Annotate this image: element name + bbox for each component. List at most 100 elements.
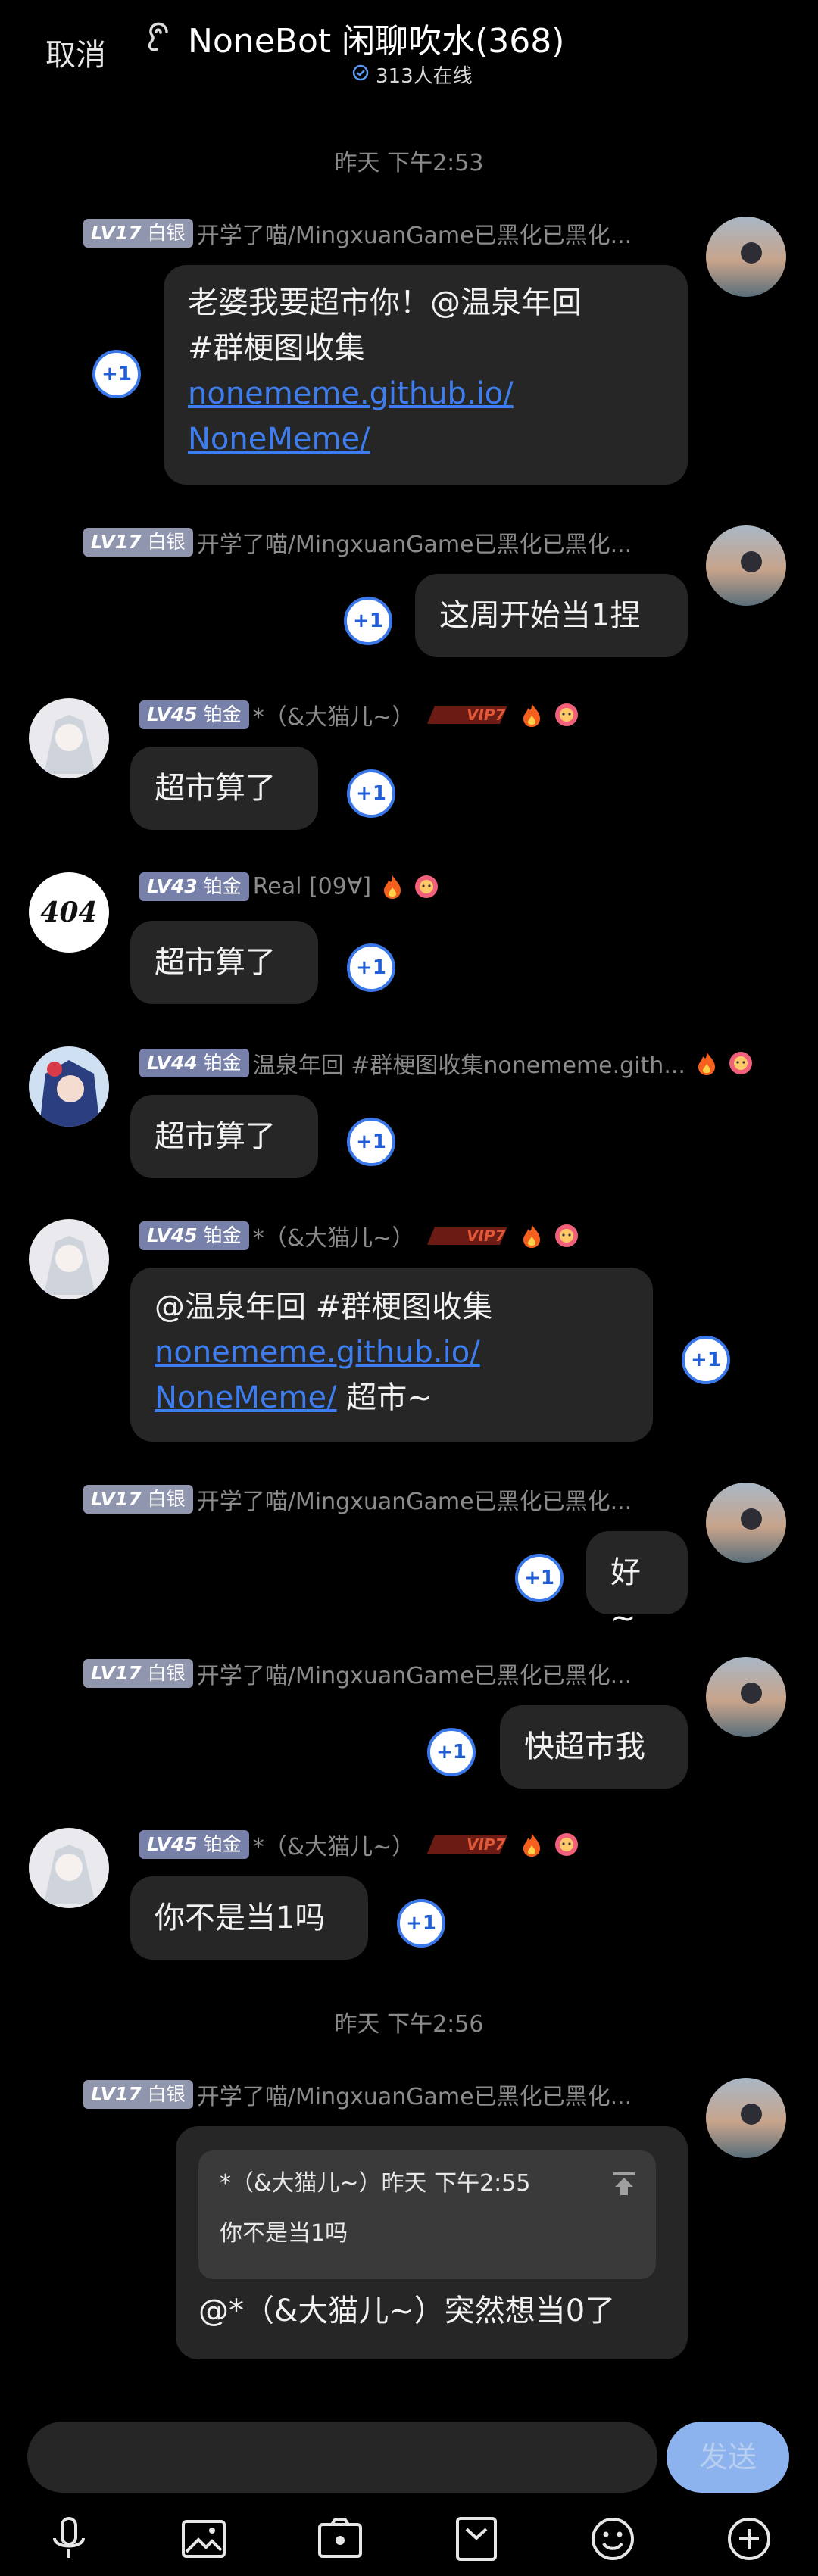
message-bubble[interactable]: 这周开始当1捏 [415, 574, 688, 657]
message-text: @*（&大猫儿~）突然想当0了 [198, 2294, 616, 2328]
avatar[interactable] [706, 2078, 786, 2158]
vip-badge: VIP7 [427, 1835, 508, 1854]
avatar[interactable] [706, 217, 786, 297]
plus-one-button[interactable]: +1 [347, 943, 395, 992]
level-badge: LV45 铂金 [139, 1221, 249, 1250]
sender-header: LV45 铂金 *（&大猫儿~） VIP7 [139, 1828, 579, 1861]
svg-text:VIP7: VIP7 [467, 1227, 506, 1245]
sender-name[interactable]: 开学了喵/MingxuanGame已黑化已黑化... [197, 1663, 632, 1689]
ear-icon [148, 22, 168, 51]
level-badge: LV17 白银 [83, 528, 193, 557]
message-text: 超市算了 [155, 771, 276, 806]
sender-name[interactable]: 开学了喵/MingxuanGame已黑化已黑化... [197, 1489, 632, 1515]
level-badge: LV17 白银 [83, 2080, 193, 2109]
avatar[interactable] [29, 1046, 109, 1127]
level-badge: LV43 铂金 [139, 872, 249, 901]
message-bubble[interactable]: *（&大猫儿~）昨天 下午2:55 你不是当1吗 @*（&大猫儿~）突然想当0了 [176, 2126, 688, 2359]
message-bubble[interactable]: 老婆我要超市你！@温泉年回 #群梗图收集 nonememe.github.io/… [164, 265, 688, 485]
emoji-icon[interactable] [586, 2512, 639, 2565]
svg-text:VIP7: VIP7 [467, 706, 506, 724]
flower-icon [729, 1052, 753, 1074]
reply-quote[interactable]: *（&大猫儿~）昨天 下午2:55 你不是当1吗 [198, 2150, 656, 2279]
sender-name[interactable]: *（&大猫儿~） [253, 1834, 415, 1860]
sender-name[interactable]: Real [09∀] [253, 874, 371, 900]
send-button[interactable]: 发送 [667, 2422, 789, 2493]
plus-one-button[interactable]: +1 [347, 1118, 395, 1166]
check-circle-icon [352, 64, 369, 81]
cancel-button[interactable]: 取消 [45, 30, 106, 74]
plus-one-button[interactable]: +1 [397, 1899, 445, 1948]
message-link[interactable]: nonememe.github.io/ [155, 1335, 480, 1370]
fire-icon [523, 1833, 541, 1857]
message-link[interactable]: NoneMeme/ [188, 422, 370, 457]
timestamp: 昨天 下午2:56 [334, 2011, 484, 2038]
message-text: #群梗图收集 [188, 331, 365, 366]
plus-one-button[interactable]: +1 [427, 1728, 476, 1776]
timestamp: 昨天 下午2:53 [334, 150, 484, 176]
level-badge: LV17 白银 [83, 219, 193, 248]
message-bubble[interactable]: 你不是当1吗 [130, 1876, 368, 1960]
message-bubble[interactable]: 快超市我 [500, 1705, 688, 1789]
message-bubble[interactable]: 超市算了 [130, 747, 318, 830]
message-text: 超市~ [336, 1380, 432, 1415]
message-text: 老婆我要超市你！@温泉年回 [188, 285, 582, 320]
avatar[interactable] [29, 1219, 109, 1299]
avatar[interactable] [706, 525, 786, 606]
image-icon[interactable] [177, 2512, 230, 2565]
message-input[interactable] [27, 2422, 657, 2493]
sender-header: LV45 铂金 *（&大猫儿~） VIP7 [139, 698, 579, 731]
sender-name[interactable]: 开学了喵/MingxuanGame已黑化已黑化... [197, 223, 632, 249]
flower-icon [554, 703, 578, 726]
avatar[interactable] [29, 1828, 109, 1908]
message-link[interactable]: nonememe.github.io/ [188, 376, 514, 411]
sender-header: LV43 铂金 Real [09∀] [139, 872, 439, 901]
message-bubble[interactable]: 超市算了 [130, 921, 318, 1004]
plus-icon[interactable] [723, 2512, 776, 2565]
fire-icon [384, 875, 401, 899]
sender-name[interactable]: 开学了喵/MingxuanGame已黑化已黑化... [197, 532, 632, 558]
avatar[interactable] [29, 698, 109, 778]
message-bubble[interactable]: @温泉年回 #群梗图收集 nonememe.github.io/ NoneMem… [130, 1268, 653, 1442]
message-bubble[interactable]: 超市算了 [130, 1095, 318, 1178]
message-text: 超市算了 [155, 945, 276, 980]
chat-title[interactable]: NoneBot 闲聊吹水(368) [188, 14, 564, 62]
avatar[interactable] [706, 1483, 786, 1563]
message-text: 超市算了 [155, 1119, 276, 1154]
flower-icon [554, 1224, 578, 1247]
online-count: 313人在线 [376, 65, 473, 88]
sender-name[interactable]: *（&大猫儿~） [253, 704, 415, 731]
plus-one-button[interactable]: +1 [682, 1336, 730, 1384]
plus-one-button[interactable]: +1 [347, 769, 395, 818]
message-bubble[interactable]: 好~ [586, 1531, 688, 1636]
message-text: 好~ [610, 1555, 641, 1636]
sender-name[interactable]: 温泉年回 #群梗图收集nonememe.gith... [253, 1053, 685, 1079]
quote-header: *（&大猫儿~）昨天 下午2:55 [220, 2170, 531, 2197]
sender-name[interactable]: 开学了喵/MingxuanGame已黑化已黑化... [197, 2084, 632, 2110]
fire-icon [523, 703, 541, 727]
file-icon[interactable] [450, 2512, 503, 2565]
sender-header: LV45 铂金 *（&大猫儿~） VIP7 [139, 1219, 579, 1252]
avatar[interactable] [706, 1657, 786, 1737]
plus-one-button[interactable]: +1 [344, 597, 392, 645]
avatar[interactable]: 404 [29, 872, 109, 953]
sender-name[interactable]: *（&大猫儿~） [253, 1225, 415, 1252]
sender-header: LV44 铂金 温泉年回 #群梗图收集nonememe.gith... [139, 1046, 754, 1080]
jump-to-top-icon[interactable] [610, 2170, 638, 2197]
plus-one-button[interactable]: +1 [92, 350, 141, 398]
camera-icon[interactable] [314, 2512, 367, 2565]
message-link[interactable]: NoneMeme/ [155, 1380, 337, 1415]
level-badge: LV17 白银 [83, 1485, 193, 1514]
level-badge: LV45 铂金 [139, 700, 249, 729]
mic-icon[interactable] [42, 2512, 95, 2565]
flower-icon [554, 1833, 578, 1856]
sender-header: LV17 白银 开学了喵/MingxuanGame已黑化已黑化... [83, 2078, 632, 2111]
sender-header: LV17 白银 开学了喵/MingxuanGame已黑化已黑化... [83, 1657, 632, 1690]
quote-text: 你不是当1吗 [220, 2220, 348, 2247]
sender-header: LV17 白银 开学了喵/MingxuanGame已黑化已黑化... [83, 1483, 632, 1516]
level-badge: LV44 铂金 [139, 1049, 249, 1077]
vip-badge: VIP7 [427, 706, 508, 724]
message-text: 快超市我 [524, 1729, 645, 1764]
level-badge: LV17 白银 [83, 1659, 193, 1688]
plus-one-button[interactable]: +1 [515, 1554, 564, 1602]
message-text: @温泉年回 #群梗图收集 [155, 1290, 493, 1324]
